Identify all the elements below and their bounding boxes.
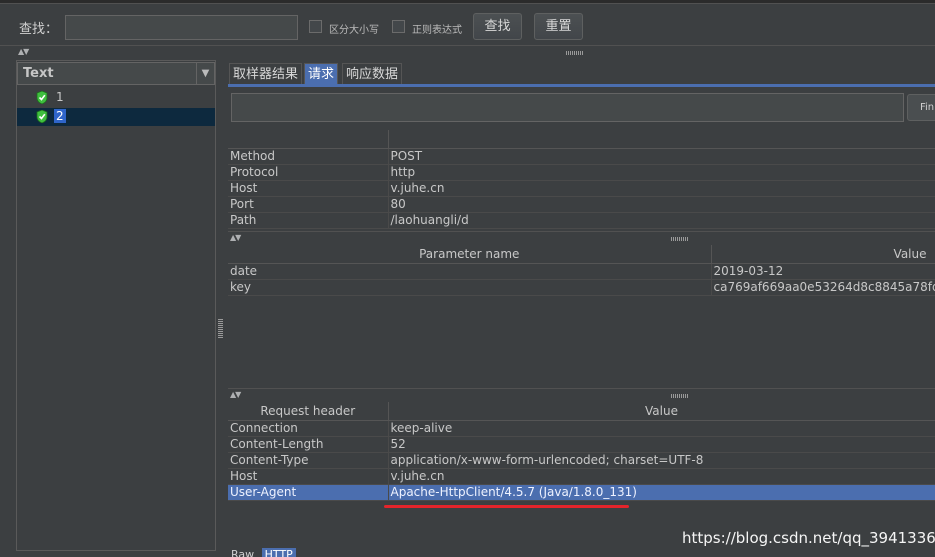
vertical-grip-icon[interactable] [218, 318, 223, 338]
row-key: Host [228, 468, 389, 485]
split-divider[interactable] [0, 45, 935, 57]
row-value: 2019-03-12 [711, 263, 935, 280]
row-value: ca769af669aa0e53264d8c8845a78fd0 [711, 279, 935, 296]
row-key: Protocol [228, 164, 389, 181]
table-row[interactable]: Protocol http [228, 164, 935, 181]
table-row[interactable]: Method POST [228, 148, 935, 165]
collapse-arrows-icon[interactable]: ▲▼ [18, 47, 29, 56]
row-value: keep-alive [388, 420, 935, 437]
table-row[interactable]: Content-Length 52 [228, 436, 935, 453]
case-sensitive-label: 区分大小写 [329, 25, 379, 36]
tab-request[interactable]: 请求 [304, 63, 339, 85]
renderer-select[interactable]: Text ▼ [17, 62, 215, 85]
regex-checkbox[interactable] [392, 20, 405, 33]
result-tree-panel [16, 60, 216, 551]
tree-item-selected[interactable]: 2 [17, 108, 215, 126]
collapse-arrows-icon[interactable]: ▲▼ [230, 233, 241, 242]
table-row[interactable]: Content-Type application/x-www-form-urlen… [228, 452, 935, 469]
column-header[interactable] [228, 130, 389, 149]
table-row[interactable]: Host v.juhe.cn [228, 468, 935, 485]
row-key: Content-Type [228, 452, 389, 469]
text-find-button[interactable]: Fin [907, 94, 935, 121]
tree-item-label: 1 [56, 90, 64, 104]
regex-label: 正则表达式 [412, 25, 462, 36]
search-label: 查找： [19, 22, 59, 37]
top-strip [0, 0, 935, 4]
row-value: POST [388, 148, 935, 165]
case-sensitive-checkbox[interactable] [309, 20, 322, 33]
tab-http[interactable]: HTTP [261, 548, 296, 557]
row-value: http [388, 164, 935, 181]
column-header-parameter-name[interactable]: Parameter name [228, 245, 712, 264]
annotation-underline [384, 505, 629, 508]
table-header-row [228, 130, 935, 149]
renderer-select-value: Text [23, 66, 54, 81]
column-header[interactable] [388, 130, 935, 149]
tree-item-label: 2 [54, 109, 66, 123]
row-key: Method [228, 148, 389, 165]
row-key: key [228, 279, 712, 296]
tree-item[interactable]: 1 [17, 89, 215, 107]
table-header-row: Parameter name Value [228, 245, 935, 264]
column-header-request-header[interactable]: Request header [228, 402, 389, 421]
parameters-table: Parameter name Value date 2019-03-12 key c… [228, 245, 935, 296]
column-header-value[interactable]: Value [711, 245, 935, 264]
table-row[interactable]: key ca769af669aa0e53264d8c8845a78fd0 [228, 279, 935, 296]
row-key: Content-Length [228, 436, 389, 453]
row-value: Apache-HttpClient/4.5.7 (Java/1.8.0_131) [388, 484, 935, 501]
success-shield-icon [36, 91, 48, 104]
tab-response-data[interactable]: 响应数据 [342, 63, 403, 85]
reset-button[interactable]: 重置 [534, 13, 583, 40]
find-button[interactable]: 查找 [473, 13, 522, 40]
row-key: Connection [228, 420, 389, 437]
bottom-tab-bar: Raw HTTP [231, 548, 296, 557]
table-row[interactable]: date 2019-03-12 [228, 263, 935, 280]
drag-grip-icon[interactable] [671, 237, 689, 241]
table-row[interactable]: Path/laohuangli/d [228, 212, 935, 229]
row-value: application/x-www-form-urlencoded; chars… [388, 452, 935, 469]
table-row-selected[interactable]: User-Agent Apache-HttpClient/4.5.7 (Java/… [228, 484, 935, 501]
chevron-down-icon[interactable]: ▼ [196, 63, 214, 84]
row-value: v.juhe.cn [388, 468, 935, 485]
row-value: /laohuangli/d [388, 212, 935, 229]
tab-underline [228, 84, 935, 87]
vertical-split-divider[interactable] [216, 60, 227, 551]
row-key: Host [228, 180, 389, 197]
table-row[interactable]: Connection keep-alive [228, 420, 935, 437]
request-headers-table: Request header Value Connection keep-aliv… [228, 402, 935, 501]
row-value: 52 [388, 436, 935, 453]
drag-grip-icon[interactable] [566, 51, 584, 55]
drag-grip-icon[interactable] [671, 394, 689, 398]
search-input[interactable] [65, 15, 298, 40]
tab-raw[interactable]: Raw [231, 548, 254, 557]
success-shield-icon [36, 110, 48, 123]
tab-sampler-result[interactable]: 取样器结果 [229, 63, 303, 85]
split-divider[interactable] [228, 231, 935, 244]
row-value: 80 [388, 196, 935, 213]
row-value: v.juhe.cn [388, 180, 935, 197]
table-row[interactable]: Host v.juhe.cn [228, 180, 935, 197]
row-key: User-Agent [228, 484, 389, 501]
watermark-text: https://blog.csdn.net/qq_39413365 [682, 529, 935, 547]
row-key: Path [228, 212, 389, 229]
collapse-arrows-icon[interactable]: ▲▼ [230, 390, 241, 399]
request-line-table: Method POST Protocol http Host v.juhe.cn Po… [228, 130, 935, 229]
column-header-value[interactable]: Value [388, 402, 935, 421]
text-find-input[interactable] [231, 93, 904, 122]
table-header-row: Request header Value [228, 402, 935, 421]
row-key: Port [228, 196, 389, 213]
table-row[interactable]: Port 80 [228, 196, 935, 213]
split-divider[interactable] [228, 388, 935, 401]
row-key: date [228, 263, 712, 280]
